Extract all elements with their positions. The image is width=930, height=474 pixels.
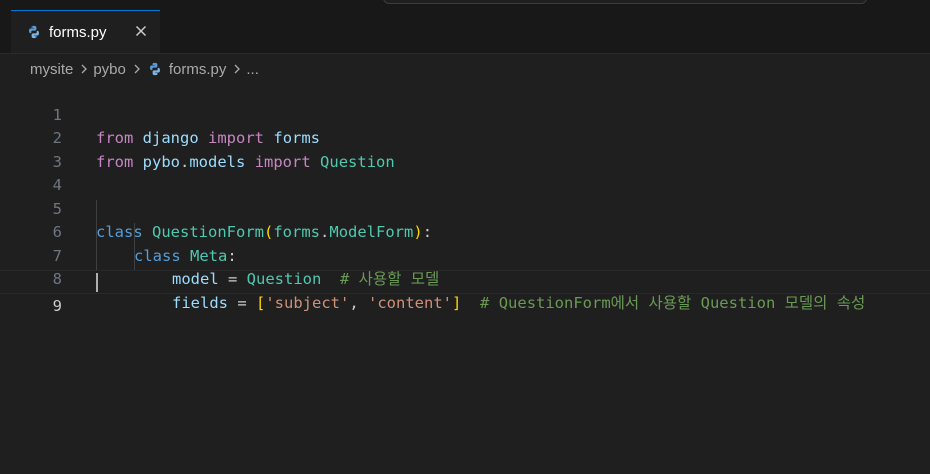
token-comment: # QuestionForm에서 사용할 Question 모델의 속성 — [480, 293, 866, 312]
breadcrumb-item-mysite[interactable]: mysite — [30, 61, 73, 78]
breadcrumb-item-pybo[interactable]: pybo — [93, 61, 126, 78]
breadcrumb-item-forms-py[interactable]: forms.py — [169, 61, 227, 78]
chevron-right-icon — [234, 64, 241, 74]
token-bracket: [ — [256, 293, 266, 312]
token-string: 'subject' — [265, 293, 350, 312]
token-variable: fields — [172, 293, 228, 312]
text-cursor — [96, 273, 98, 292]
close-icon[interactable] — [133, 23, 149, 39]
code-line-7: 7 model = Question # 사용할 모델 — [0, 221, 930, 289]
token-string: 'content' — [368, 293, 453, 312]
chevron-right-icon — [81, 64, 88, 74]
command-center-search[interactable] — [383, 0, 867, 4]
title-bar — [0, 0, 930, 10]
code-line-5: 5 class QuestionForm(forms.ModelForm): — [0, 174, 930, 242]
code-line-4: 4 — [0, 151, 930, 194]
line-number: 9 — [52, 296, 62, 315]
tab-forms-py[interactable]: forms.py — [11, 10, 160, 53]
code-line-2: 2 from pybo.models import Question — [0, 104, 930, 171]
editor-tab-bar: forms.py — [0, 10, 930, 54]
token-operator: = — [228, 293, 256, 312]
code-editor[interactable]: 1 from django import forms 2 from pybo.m… — [0, 80, 930, 474]
chevron-right-icon — [134, 64, 140, 74]
breadcrumb: mysite pybo forms.py ... — [30, 58, 259, 80]
tab-label: forms.py — [49, 23, 107, 41]
code-line-8: 8 fields = ['subject', 'content'] # Ques… — [0, 245, 930, 312]
code-line-6: 6 class Meta: — [0, 198, 930, 265]
token-comma: , — [349, 293, 369, 312]
python-file-icon — [29, 25, 39, 39]
code-text: fields = ['subject', 'content'] # Questi… — [172, 292, 865, 316]
code-line-9[interactable]: 9 — [0, 270, 930, 315]
python-file-icon — [149, 62, 160, 76]
token-bracket: ] — [452, 293, 462, 312]
code-line-3: 3 — [0, 127, 930, 171]
breadcrumb-item-symbols[interactable]: ... — [246, 61, 259, 78]
code-line-1: 1 from django import forms — [0, 80, 930, 148]
